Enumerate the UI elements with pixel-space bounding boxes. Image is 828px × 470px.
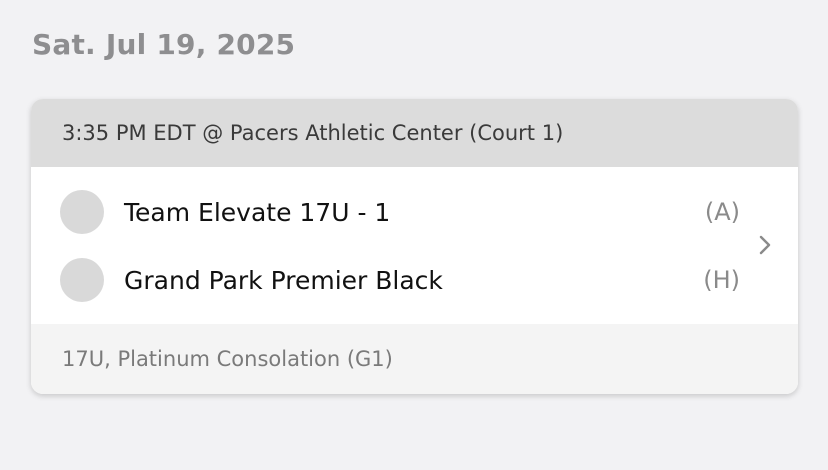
division-bracket: 17U, Platinum Consolation (G1) — [31, 324, 798, 394]
game-card[interactable]: 3:35 PM EDT @ Pacers Athletic Center (Co… — [31, 99, 798, 394]
team-row-home: Grand Park Premier Black (H) — [31, 257, 761, 303]
schedule-page: Sat. Jul 19, 2025 3:35 PM EDT @ Pacers A… — [0, 0, 828, 470]
chevron-right-icon[interactable] — [751, 231, 779, 259]
date-heading: Sat. Jul 19, 2025 — [32, 28, 296, 61]
game-time-location: 3:35 PM EDT @ Pacers Athletic Center (Co… — [31, 99, 798, 167]
matchup[interactable]: Team Elevate 17U - 1 (A) Grand Park Prem… — [31, 167, 798, 324]
home-indicator: (H) — [703, 266, 740, 294]
team-logo-icon — [60, 258, 104, 302]
team-logo-icon — [60, 190, 104, 234]
team-name: Grand Park Premier Black — [124, 265, 443, 295]
team-name: Team Elevate 17U - 1 — [124, 197, 391, 227]
team-row-away: Team Elevate 17U - 1 (A) — [31, 189, 761, 235]
away-indicator: (A) — [704, 198, 740, 226]
